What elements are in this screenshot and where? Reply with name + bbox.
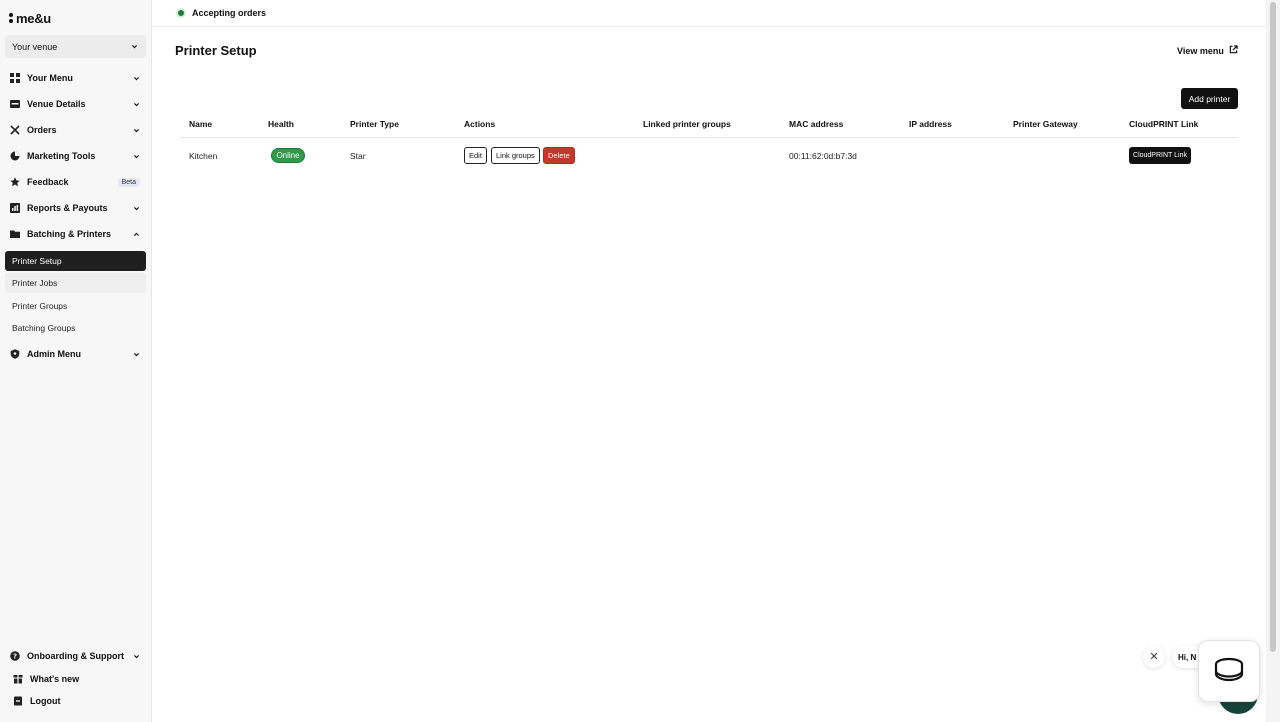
status-bar: Accepting orders xyxy=(152,0,1266,27)
chat-launcher-button[interactable] xyxy=(1198,640,1260,702)
column-header-linked-groups: Linked printer groups xyxy=(643,119,731,129)
sidebar: me&u Your venue Your Menu Venue Details … xyxy=(0,0,152,722)
sidebar-subitem-batching-groups[interactable]: Batching Groups xyxy=(5,318,146,338)
chevron-down-icon xyxy=(133,653,140,660)
sidebar-item-label: Your Menu xyxy=(27,73,73,83)
link-groups-button[interactable]: Link groups xyxy=(491,147,540,164)
sidebar-item-label: Feedback xyxy=(27,177,69,187)
sidebar-item-reports-payouts[interactable]: Reports & Payouts xyxy=(5,198,146,218)
gift-icon xyxy=(13,674,23,684)
sidebar-subitem-printer-setup[interactable]: Printer Setup xyxy=(5,251,146,271)
column-header-name: Name xyxy=(189,119,213,129)
svg-text:?: ? xyxy=(13,653,17,661)
sidebar-item-admin-menu[interactable]: Admin Menu xyxy=(5,344,146,364)
column-header-ip: IP address xyxy=(909,119,952,129)
sidebar-item-your-menu[interactable]: Your Menu xyxy=(5,68,146,88)
cell-mac-address: 00:11:62:0d:b7:3d xyxy=(789,151,857,161)
chevron-down-icon xyxy=(133,127,140,134)
sidebar-item-label: Venue Details xyxy=(27,99,86,109)
sidebar-subitem-printer-groups[interactable]: Printer Groups xyxy=(5,296,146,316)
sidebar-item-orders[interactable]: Orders xyxy=(5,120,146,140)
column-header-mac: MAC address xyxy=(789,119,844,129)
table-divider xyxy=(180,137,1238,138)
status-indicator-icon xyxy=(176,8,186,18)
venue-selector[interactable]: Your venue xyxy=(5,35,146,58)
sidebar-subitem-printer-jobs[interactable]: Printer Jobs xyxy=(5,273,146,293)
order-status-text: Accepting orders xyxy=(192,8,267,18)
chevron-down-icon xyxy=(131,43,138,50)
view-menu-link[interactable]: View menu xyxy=(1177,45,1238,56)
cell-printer-type: Star xyxy=(350,151,366,161)
chat-greeting-text: Hi, N xyxy=(1178,652,1197,662)
chat-close-button[interactable] xyxy=(1143,646,1165,668)
cloudprint-link-button[interactable]: CloudPRINT Link xyxy=(1129,147,1191,164)
column-header-health: Health xyxy=(268,119,294,129)
sidebar-item-label: Orders xyxy=(27,125,57,135)
grid-icon xyxy=(10,73,20,83)
health-status-badge: Online xyxy=(271,148,305,163)
star-icon xyxy=(10,177,20,187)
edit-button[interactable]: Edit xyxy=(464,147,487,164)
column-header-gateway: Printer Gateway xyxy=(1013,119,1078,129)
scrollbar[interactable] xyxy=(1266,0,1280,722)
view-menu-label: View menu xyxy=(1177,45,1224,56)
scrollbar-thumb[interactable] xyxy=(1270,2,1276,652)
chevron-down-icon xyxy=(133,101,140,108)
close-icon xyxy=(1150,652,1158,662)
storefront-icon xyxy=(10,99,20,109)
logo-dots-icon xyxy=(9,13,13,23)
sidebar-item-label: Logout xyxy=(30,696,61,706)
sidebar-item-feedback[interactable]: Feedback Beta xyxy=(5,172,146,192)
sidebar-item-label: Reports & Payouts xyxy=(27,203,108,213)
cell-name: Kitchen xyxy=(189,151,218,161)
help-circle-icon: ? xyxy=(10,651,20,661)
sidebar-item-label: Marketing Tools xyxy=(27,151,96,161)
column-header-printer-type: Printer Type xyxy=(350,119,399,129)
utensils-icon xyxy=(10,125,20,135)
add-printer-button[interactable]: Add printer xyxy=(1181,88,1238,109)
sidebar-item-logout[interactable]: Logout xyxy=(5,691,146,711)
chevron-down-icon xyxy=(133,351,140,358)
brand-logo[interactable]: me&u xyxy=(9,10,51,26)
sidebar-item-label: What's new xyxy=(30,674,80,684)
logout-icon xyxy=(13,696,23,706)
venue-selector-label: Your venue xyxy=(12,41,58,52)
sidebar-item-label: Admin Menu xyxy=(27,349,81,359)
column-header-cloudprint: CloudPRINT Link xyxy=(1129,119,1199,129)
chevron-up-icon xyxy=(133,231,140,238)
chat-bot-icon xyxy=(1212,656,1246,686)
sidebar-item-marketing-tools[interactable]: Marketing Tools xyxy=(5,146,146,166)
brand-name: me&u xyxy=(16,10,51,26)
chevron-down-icon xyxy=(133,153,140,160)
page-title: Printer Setup xyxy=(175,43,257,58)
pie-chart-icon xyxy=(10,151,20,161)
sidebar-item-label: Batching & Printers xyxy=(27,229,112,239)
folder-icon xyxy=(10,229,20,239)
chevron-down-icon xyxy=(133,75,140,82)
shield-icon xyxy=(10,349,20,359)
column-header-actions: Actions xyxy=(464,119,496,129)
sidebar-item-batching-printers[interactable]: Batching & Printers xyxy=(5,224,146,244)
sidebar-item-venue-details[interactable]: Venue Details xyxy=(5,94,146,114)
beta-badge: Beta xyxy=(117,177,140,187)
delete-button[interactable]: Delete xyxy=(543,147,575,164)
sidebar-item-onboarding-support[interactable]: ? Onboarding & Support xyxy=(5,646,146,666)
sidebar-item-label: Onboarding & Support xyxy=(27,651,124,661)
sidebar-item-whats-new[interactable]: What's new xyxy=(5,669,146,689)
external-link-icon xyxy=(1229,45,1238,56)
bar-chart-icon xyxy=(10,203,20,213)
chevron-down-icon xyxy=(133,205,140,212)
